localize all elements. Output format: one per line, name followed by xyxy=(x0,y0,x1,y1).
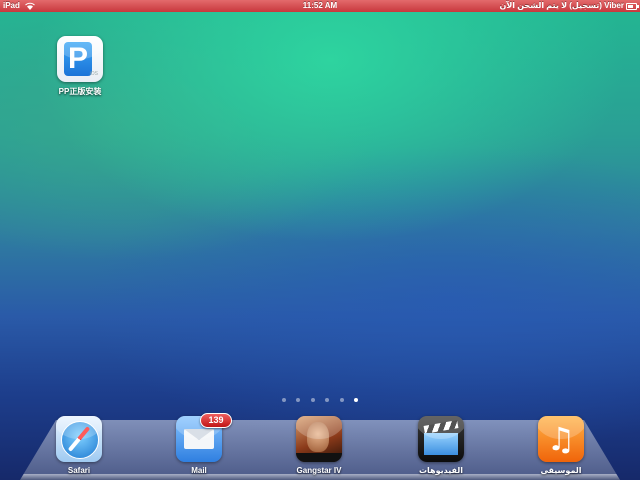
app-label: الفيديوهات xyxy=(419,466,463,475)
safari-icon[interactable] xyxy=(56,416,102,462)
music-note-glyph: ♫ xyxy=(546,420,576,458)
dock-app-gangstar[interactable]: Gangstar IV xyxy=(279,416,359,475)
app-pp-assistant[interactable]: P iOS PP正版安装 xyxy=(40,36,120,97)
app-label: الموسيقى xyxy=(540,466,582,475)
dock-app-videos[interactable]: الفيديوهات xyxy=(401,416,481,475)
app-label: PP正版安装 xyxy=(58,87,102,96)
dock-app-music[interactable]: ♫ الموسيقى xyxy=(521,416,601,475)
page-dot[interactable] xyxy=(339,398,344,402)
mail-unread-badge: 139 xyxy=(200,413,232,428)
status-text: Viber (تسجيل) لا يتم الشحن الآن xyxy=(499,1,624,10)
dock-app-safari[interactable]: Safari xyxy=(39,416,119,475)
page-dot[interactable] xyxy=(310,398,315,402)
status-bar: iPad 11:52 AM Viber (تسجيل) لا يتم الشحن… xyxy=(0,0,640,12)
page-dot-current[interactable] xyxy=(354,398,359,402)
battery-icon xyxy=(626,3,639,10)
app-label: Gangstar IV xyxy=(296,466,342,475)
videos-icon[interactable] xyxy=(418,416,464,462)
pp-letter: P xyxy=(64,42,92,76)
music-icon[interactable]: ♫ xyxy=(538,416,584,462)
app-label: Mail xyxy=(191,466,207,475)
app-label: Safari xyxy=(67,466,91,475)
page-dot[interactable] xyxy=(281,398,286,402)
page-dot[interactable] xyxy=(296,398,301,402)
page-indicator[interactable] xyxy=(0,389,640,402)
gangstar-icon[interactable] xyxy=(296,416,342,462)
pp-assistant-icon[interactable]: P iOS xyxy=(57,36,103,82)
pp-ios-tag: iOS xyxy=(89,71,98,77)
page-dot[interactable] xyxy=(325,398,330,402)
